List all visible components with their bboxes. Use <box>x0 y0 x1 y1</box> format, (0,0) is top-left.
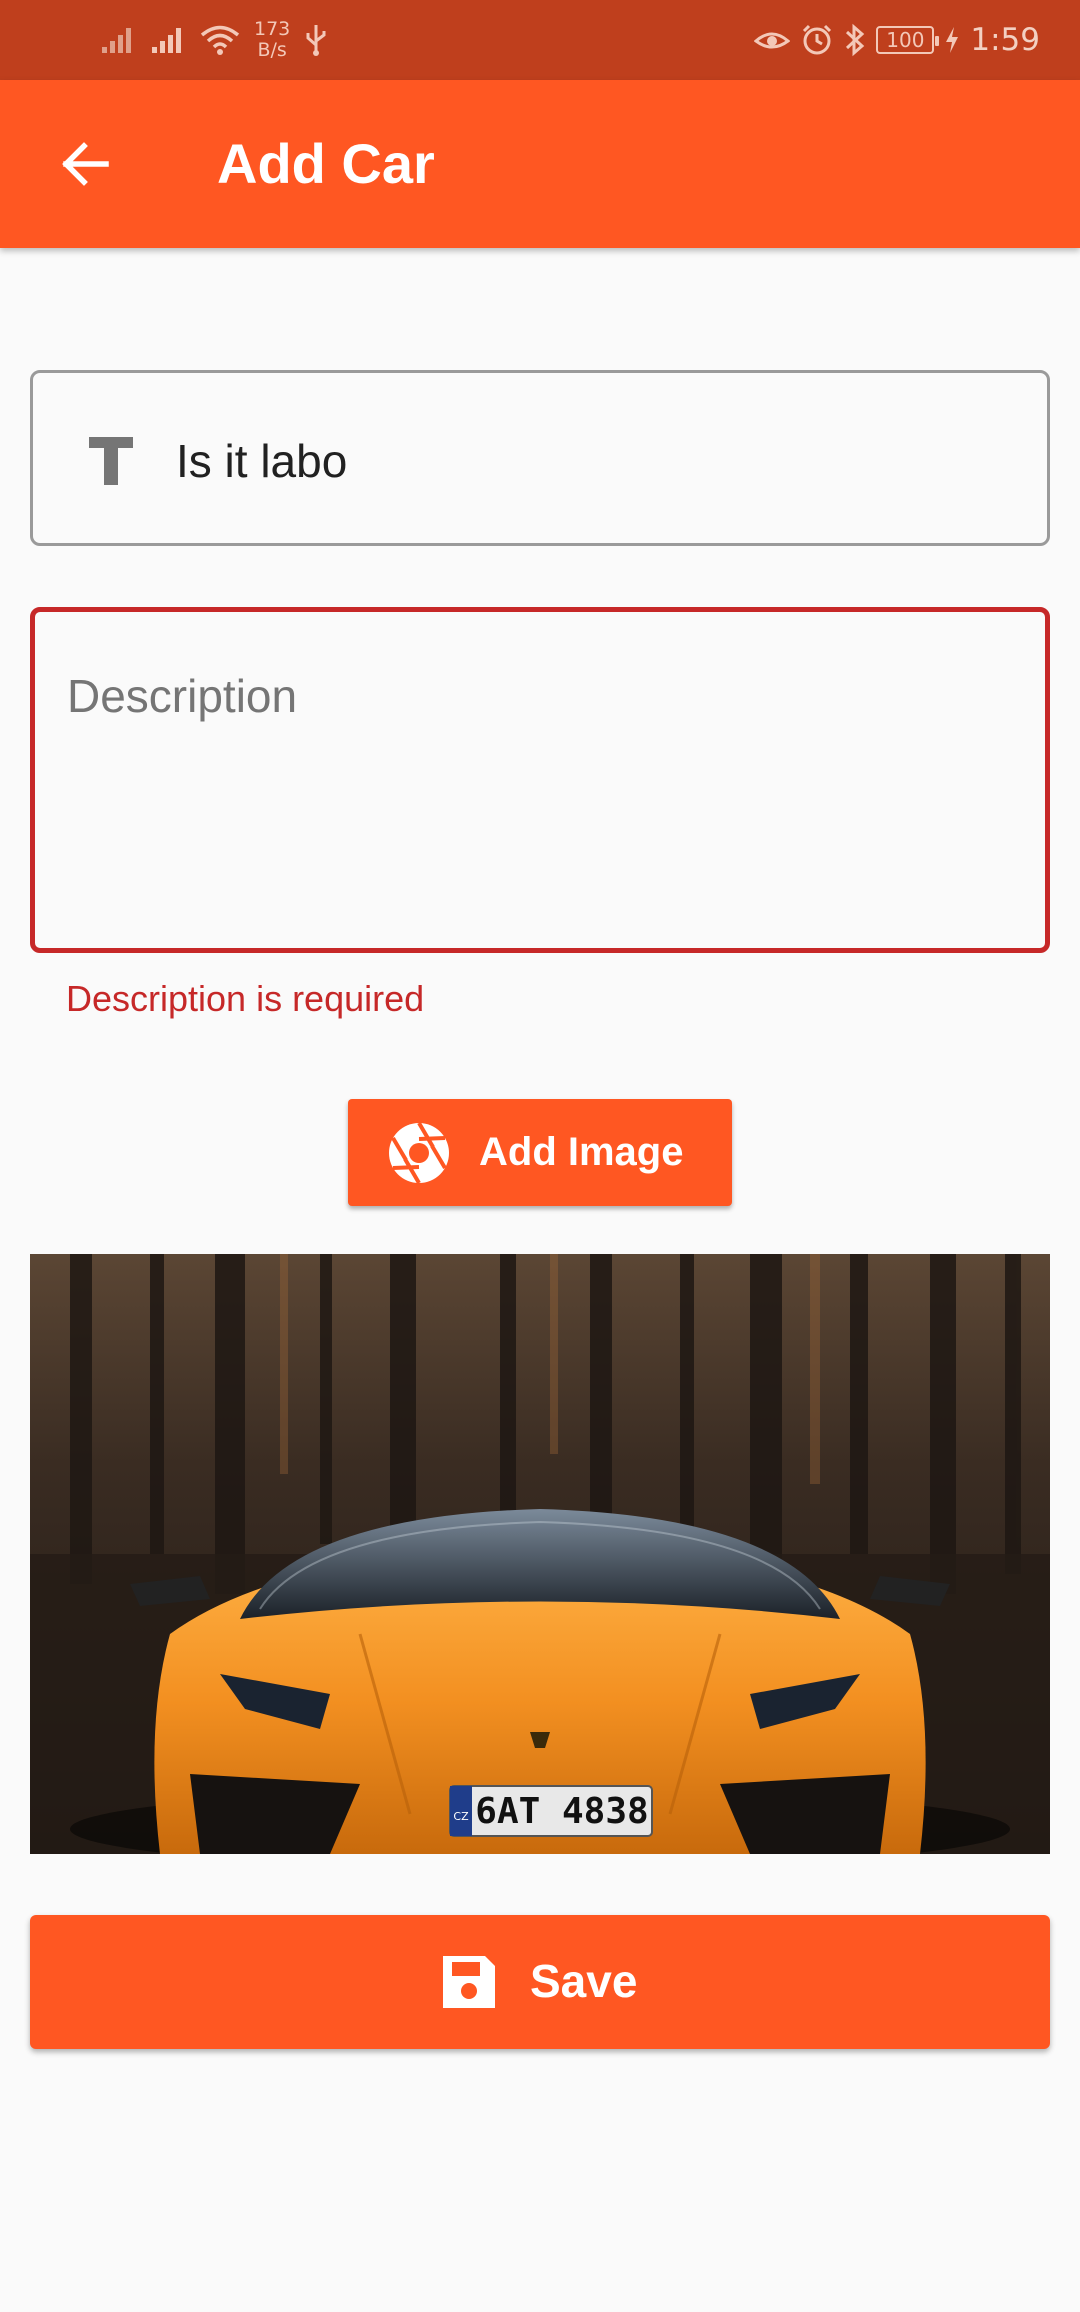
alarm-icon <box>803 24 832 55</box>
text-t-icon <box>81 427 141 495</box>
cell-signal-2-icon <box>152 28 181 53</box>
plate-country: CZ <box>453 1810 469 1823</box>
arrow-left-icon <box>62 142 109 186</box>
clock: 1:59 <box>970 22 1040 58</box>
usb-icon <box>306 25 326 56</box>
app-bar: Add Car <box>0 80 1080 248</box>
license-plate: 6AT 4838 <box>475 1791 648 1832</box>
status-bar: 173 B/s 100 1:59 <box>0 0 1080 80</box>
car-photo: CZ 6AT 4838 <box>30 1254 1050 1854</box>
back-button[interactable] <box>40 124 130 204</box>
add-image-button[interactable]: Add Image <box>348 1099 732 1206</box>
bluetooth-icon <box>846 23 865 57</box>
title-input-value: Is it labo <box>176 435 348 487</box>
battery-indicator: 100 <box>876 26 940 54</box>
description-input[interactable]: Description <box>30 607 1050 953</box>
charging-icon <box>946 27 959 53</box>
wifi-icon <box>200 25 240 55</box>
network-speed-unit: B/s <box>257 39 287 61</box>
title-input[interactable]: Is it labo <box>30 370 1050 546</box>
cell-signal-1-icon <box>102 28 131 53</box>
description-error: Description is required <box>66 978 425 1019</box>
car-image-preview: CZ 6AT 4838 <box>30 1254 1050 1854</box>
page-title: Add Car <box>217 132 435 195</box>
description-placeholder: Description <box>67 670 298 722</box>
add-image-label: Add Image <box>479 1130 684 1174</box>
save-label: Save <box>530 1955 638 2007</box>
save-button[interactable]: Save <box>30 1915 1050 2049</box>
floppy-disk-icon <box>443 1956 495 2008</box>
network-speed-value: 173 <box>254 18 291 40</box>
camera-aperture-icon <box>389 1122 449 1184</box>
network-speed: 173 B/s <box>254 19 290 61</box>
eye-icon <box>754 32 791 49</box>
